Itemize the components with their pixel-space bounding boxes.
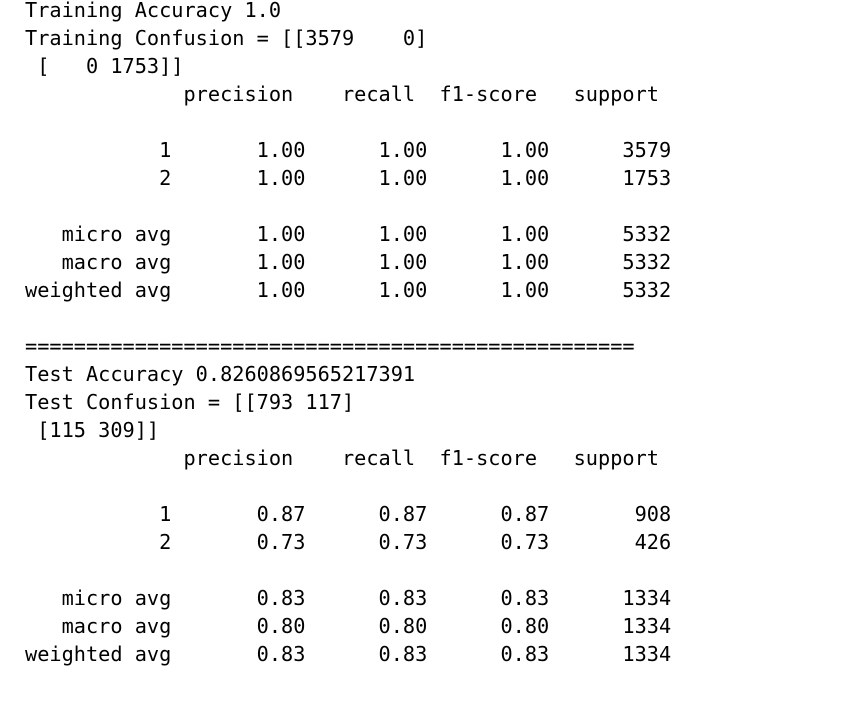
training-report-header: precision recall f1-score support <box>25 82 659 106</box>
test-report-micro-avg: micro avg 0.83 0.83 0.83 1334 <box>25 586 672 610</box>
separator-line: ========================================… <box>25 334 635 358</box>
training-report-micro-avg: micro avg 1.00 1.00 1.00 5332 <box>25 222 672 246</box>
test-report-header: precision recall f1-score support <box>25 446 659 470</box>
training-confusion-line-2: [ 0 1753]] <box>25 54 184 78</box>
training-report-row-1: 1 1.00 1.00 1.00 3579 <box>25 138 672 162</box>
test-accuracy-line: Test Accuracy 0.8260869565217391 <box>25 362 416 386</box>
training-report-weighted-avg: weighted avg 1.00 1.00 1.00 5332 <box>25 278 672 302</box>
test-report-row-2: 2 0.73 0.73 0.73 426 <box>25 530 672 554</box>
training-report-row-2: 2 1.00 1.00 1.00 1753 <box>25 166 672 190</box>
training-accuracy-line: Training Accuracy 1.0 <box>25 0 282 22</box>
training-confusion-line-1: Training Confusion = [[3579 0] <box>25 26 428 50</box>
test-report-row-1: 1 0.87 0.87 0.87 908 <box>25 502 672 526</box>
test-confusion-line-1: Test Confusion = [[793 117] <box>25 390 355 414</box>
test-report-weighted-avg: weighted avg 0.83 0.83 0.83 1334 <box>25 642 672 666</box>
test-report-macro-avg: macro avg 0.80 0.80 0.80 1334 <box>25 614 672 638</box>
test-confusion-line-2: [115 309]] <box>25 418 160 442</box>
console-output: Training Accuracy 1.0 Training Confusion… <box>25 0 845 668</box>
training-report-macro-avg: macro avg 1.00 1.00 1.00 5332 <box>25 250 672 274</box>
